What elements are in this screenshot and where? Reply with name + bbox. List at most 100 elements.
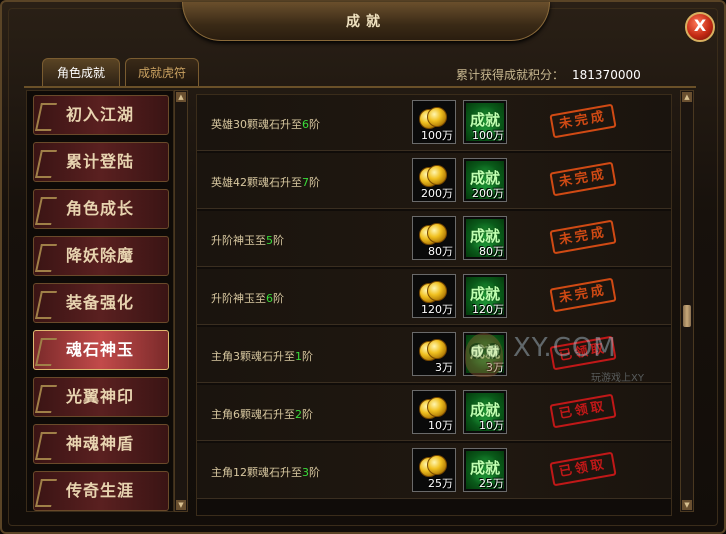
- status-stamp: 未完成: [549, 161, 617, 197]
- gold-amount: 100万: [421, 129, 453, 142]
- achievement-list: 英雄30颗魂石升至6阶 100万 成就 100万 未完成 英雄42颗魂石升至7阶 …: [196, 94, 672, 516]
- sidebar-item-label: 初入江湖: [66, 105, 135, 124]
- achievement-description: 主角12颗魂石升至3阶: [211, 466, 320, 479]
- gold-reward-slot[interactable]: 3万: [412, 332, 456, 376]
- corner-ornament-icon: [35, 385, 57, 413]
- scroll-up-icon[interactable]: ▲: [176, 92, 186, 102]
- corner-ornament-icon: [35, 150, 57, 178]
- sidebar-item-2[interactable]: 角色成长: [33, 189, 169, 229]
- sidebar-item-0[interactable]: 初入江湖: [33, 95, 169, 135]
- point-amount: 200万: [472, 187, 504, 200]
- scroll-down-icon[interactable]: ▼: [682, 500, 692, 510]
- corner-ornament-icon: [35, 244, 57, 272]
- sidebar-item-label: 传奇生涯: [66, 481, 135, 500]
- gold-coin-icon: [419, 223, 447, 245]
- gold-reward-slot[interactable]: 100万: [412, 100, 456, 144]
- gold-amount: 3万: [435, 361, 453, 374]
- point-amount: 25万: [479, 477, 504, 490]
- sidebar-item-label: 装备强化: [66, 293, 135, 312]
- point-amount: 100万: [472, 129, 504, 142]
- achievement-point-slot[interactable]: 成就 10万: [463, 390, 507, 434]
- gold-amount: 80万: [428, 245, 453, 258]
- achievement-point-slot[interactable]: 成就 100万: [463, 100, 507, 144]
- gold-coin-icon: [419, 165, 447, 187]
- gold-amount: 200万: [421, 187, 453, 200]
- corner-ornament-icon: [35, 197, 57, 225]
- achievement-row: 主角12颗魂石升至3阶 25万 成就 25万 已领取: [197, 443, 671, 499]
- corner-ornament-icon: [35, 291, 57, 319]
- gold-amount: 120万: [421, 303, 453, 316]
- achievement-description: 英雄30颗魂石升至6阶: [211, 118, 320, 131]
- achievement-window: 成就 X 角色成就 成就虎符 累计获得成就积分： 181370000 初入江湖 累…: [0, 0, 726, 534]
- sidebar-item-label: 神魂神盾: [66, 434, 135, 453]
- status-stamp: 未完成: [549, 103, 617, 139]
- gold-amount: 25万: [428, 477, 453, 490]
- title-bar: 成就: [182, 2, 550, 41]
- sidebar-item-5[interactable]: 魂石神玉: [33, 330, 169, 370]
- tab-character-achievements[interactable]: 角色成就: [42, 58, 120, 87]
- gold-amount: 10万: [428, 419, 453, 432]
- gold-reward-slot[interactable]: 10万: [412, 390, 456, 434]
- achievement-row: 主角3颗魂石升至1阶 3万 成就 3万 已领取: [197, 327, 671, 383]
- status-stamp: 未完成: [549, 277, 617, 313]
- status-stamp: 已领取: [549, 393, 617, 429]
- achievement-point-slot[interactable]: 成就 120万: [463, 274, 507, 318]
- achievement-point-slot[interactable]: 成就 200万: [463, 158, 507, 202]
- sidebar-item-3[interactable]: 降妖除魔: [33, 236, 169, 276]
- point-amount: 80万: [479, 245, 504, 258]
- gold-coin-icon: [419, 107, 447, 129]
- status-stamp: 未完成: [549, 219, 617, 255]
- corner-ornament-icon: [35, 479, 57, 507]
- sidebar-item-label: 光翼神印: [66, 387, 135, 406]
- category-sidebar: 初入江湖 累计登陆 角色成长 降妖除魔 装备强化 魂石神玉 光翼神印 神魂神盾 …: [26, 90, 174, 512]
- achievement-point-slot[interactable]: 成就 25万: [463, 448, 507, 492]
- achievement-point-slot[interactable]: 成就 80万: [463, 216, 507, 260]
- gold-coin-icon: [419, 339, 447, 361]
- sidebar-item-4[interactable]: 装备强化: [33, 283, 169, 323]
- achievement-description: 升阶神玉至5阶: [211, 234, 284, 247]
- corner-ornament-icon: [35, 338, 57, 366]
- sidebar-item-label: 降妖除魔: [66, 246, 135, 265]
- achievement-description: 主角3颗魂石升至1阶: [211, 350, 313, 363]
- achievement-row: 英雄30颗魂石升至6阶 100万 成就 100万 未完成: [197, 95, 671, 151]
- achievement-row: 升阶神玉至5阶 80万 成就 80万 未完成: [197, 211, 671, 267]
- achievement-row: 主角6颗魂石升至2阶 10万 成就 10万 已领取: [197, 385, 671, 441]
- list-scrollbar[interactable]: ▲ ▼: [680, 90, 694, 512]
- point-amount: 3万: [486, 361, 504, 374]
- window-title: 成就: [346, 14, 386, 30]
- achievement-description: 英雄42颗魂石升至7阶: [211, 176, 320, 189]
- gold-reward-slot[interactable]: 120万: [412, 274, 456, 318]
- sidebar-item-label: 累计登陆: [66, 152, 135, 171]
- sidebar-item-1[interactable]: 累计登陆: [33, 142, 169, 182]
- scroll-down-icon[interactable]: ▼: [176, 500, 186, 510]
- sidebar-item-6[interactable]: 光翼神印: [33, 377, 169, 417]
- achievement-description: 升阶神玉至6阶: [211, 292, 284, 305]
- close-button[interactable]: X: [685, 12, 715, 42]
- achievement-row: 升阶神玉至6阶 120万 成就 120万 未完成: [197, 269, 671, 325]
- sidebar-item-label: 魂石神玉: [66, 340, 135, 359]
- score-label: 累计获得成就积分：: [456, 68, 565, 82]
- score-value: 181370000: [572, 68, 641, 82]
- sidebar-item-7[interactable]: 神魂神盾: [33, 424, 169, 464]
- gold-reward-slot[interactable]: 25万: [412, 448, 456, 492]
- scroll-up-icon[interactable]: ▲: [682, 92, 692, 102]
- point-amount: 120万: [472, 303, 504, 316]
- sidebar-item-8[interactable]: 传奇生涯: [33, 471, 169, 511]
- gold-coin-icon: [419, 397, 447, 419]
- achievement-score: 累计获得成就积分： 181370000: [456, 66, 641, 83]
- tab-achievement-tally[interactable]: 成就虎符: [125, 58, 199, 87]
- scroll-thumb[interactable]: [683, 305, 691, 327]
- sidebar-scrollbar[interactable]: ▲ ▼: [174, 90, 188, 512]
- tab-divider: [24, 86, 696, 88]
- corner-ornament-icon: [35, 432, 57, 460]
- status-stamp: 已领取: [549, 335, 617, 371]
- achievement-row: 英雄42颗魂石升至7阶 200万 成就 200万 未完成: [197, 153, 671, 209]
- sidebar-item-label: 角色成长: [66, 199, 135, 218]
- gold-reward-slot[interactable]: 200万: [412, 158, 456, 202]
- gold-coin-icon: [419, 281, 447, 303]
- status-stamp: 已领取: [549, 451, 617, 487]
- gold-reward-slot[interactable]: 80万: [412, 216, 456, 260]
- achievement-description: 主角6颗魂石升至2阶: [211, 408, 313, 421]
- corner-ornament-icon: [35, 103, 57, 131]
- achievement-point-slot[interactable]: 成就 3万: [463, 332, 507, 376]
